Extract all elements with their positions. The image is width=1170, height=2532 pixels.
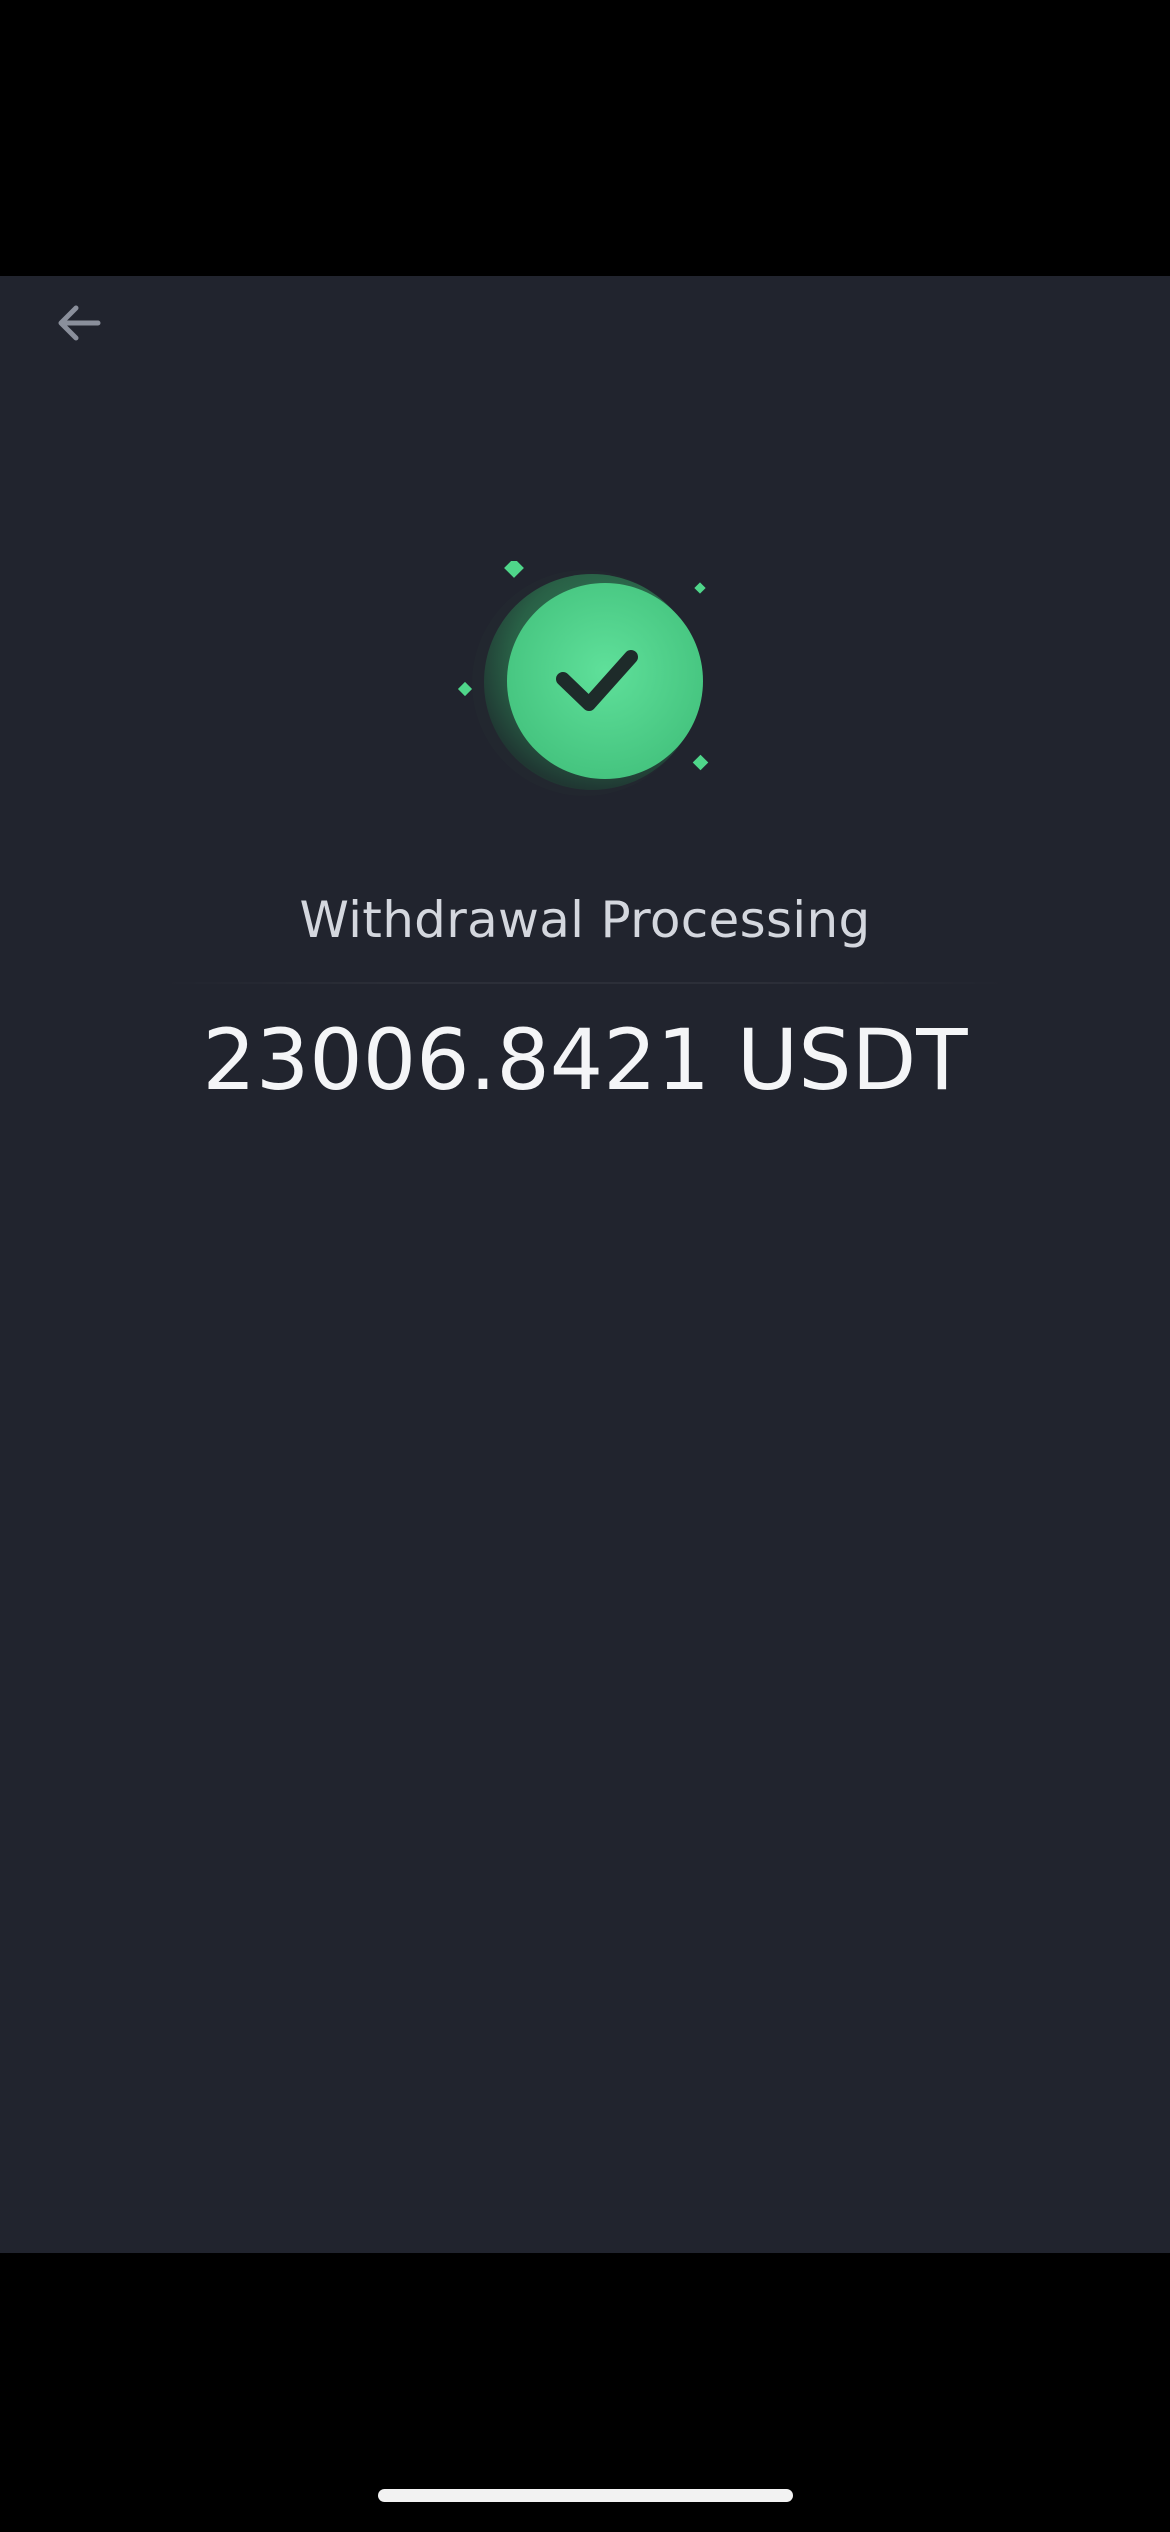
arrow-left-icon [58,305,101,341]
screen: Withdrawal Processing 23006.8421 USDT [0,0,1170,2532]
status-title: Withdrawal Processing [299,891,871,949]
home-indicator[interactable] [378,2489,793,2502]
withdrawal-amount: 23006.8421 USDT [202,1011,968,1109]
divider [160,982,1010,984]
check-circle-icon [457,561,709,796]
withdrawal-status-page: Withdrawal Processing 23006.8421 USDT [0,276,1170,2253]
back-button[interactable] [38,288,118,358]
